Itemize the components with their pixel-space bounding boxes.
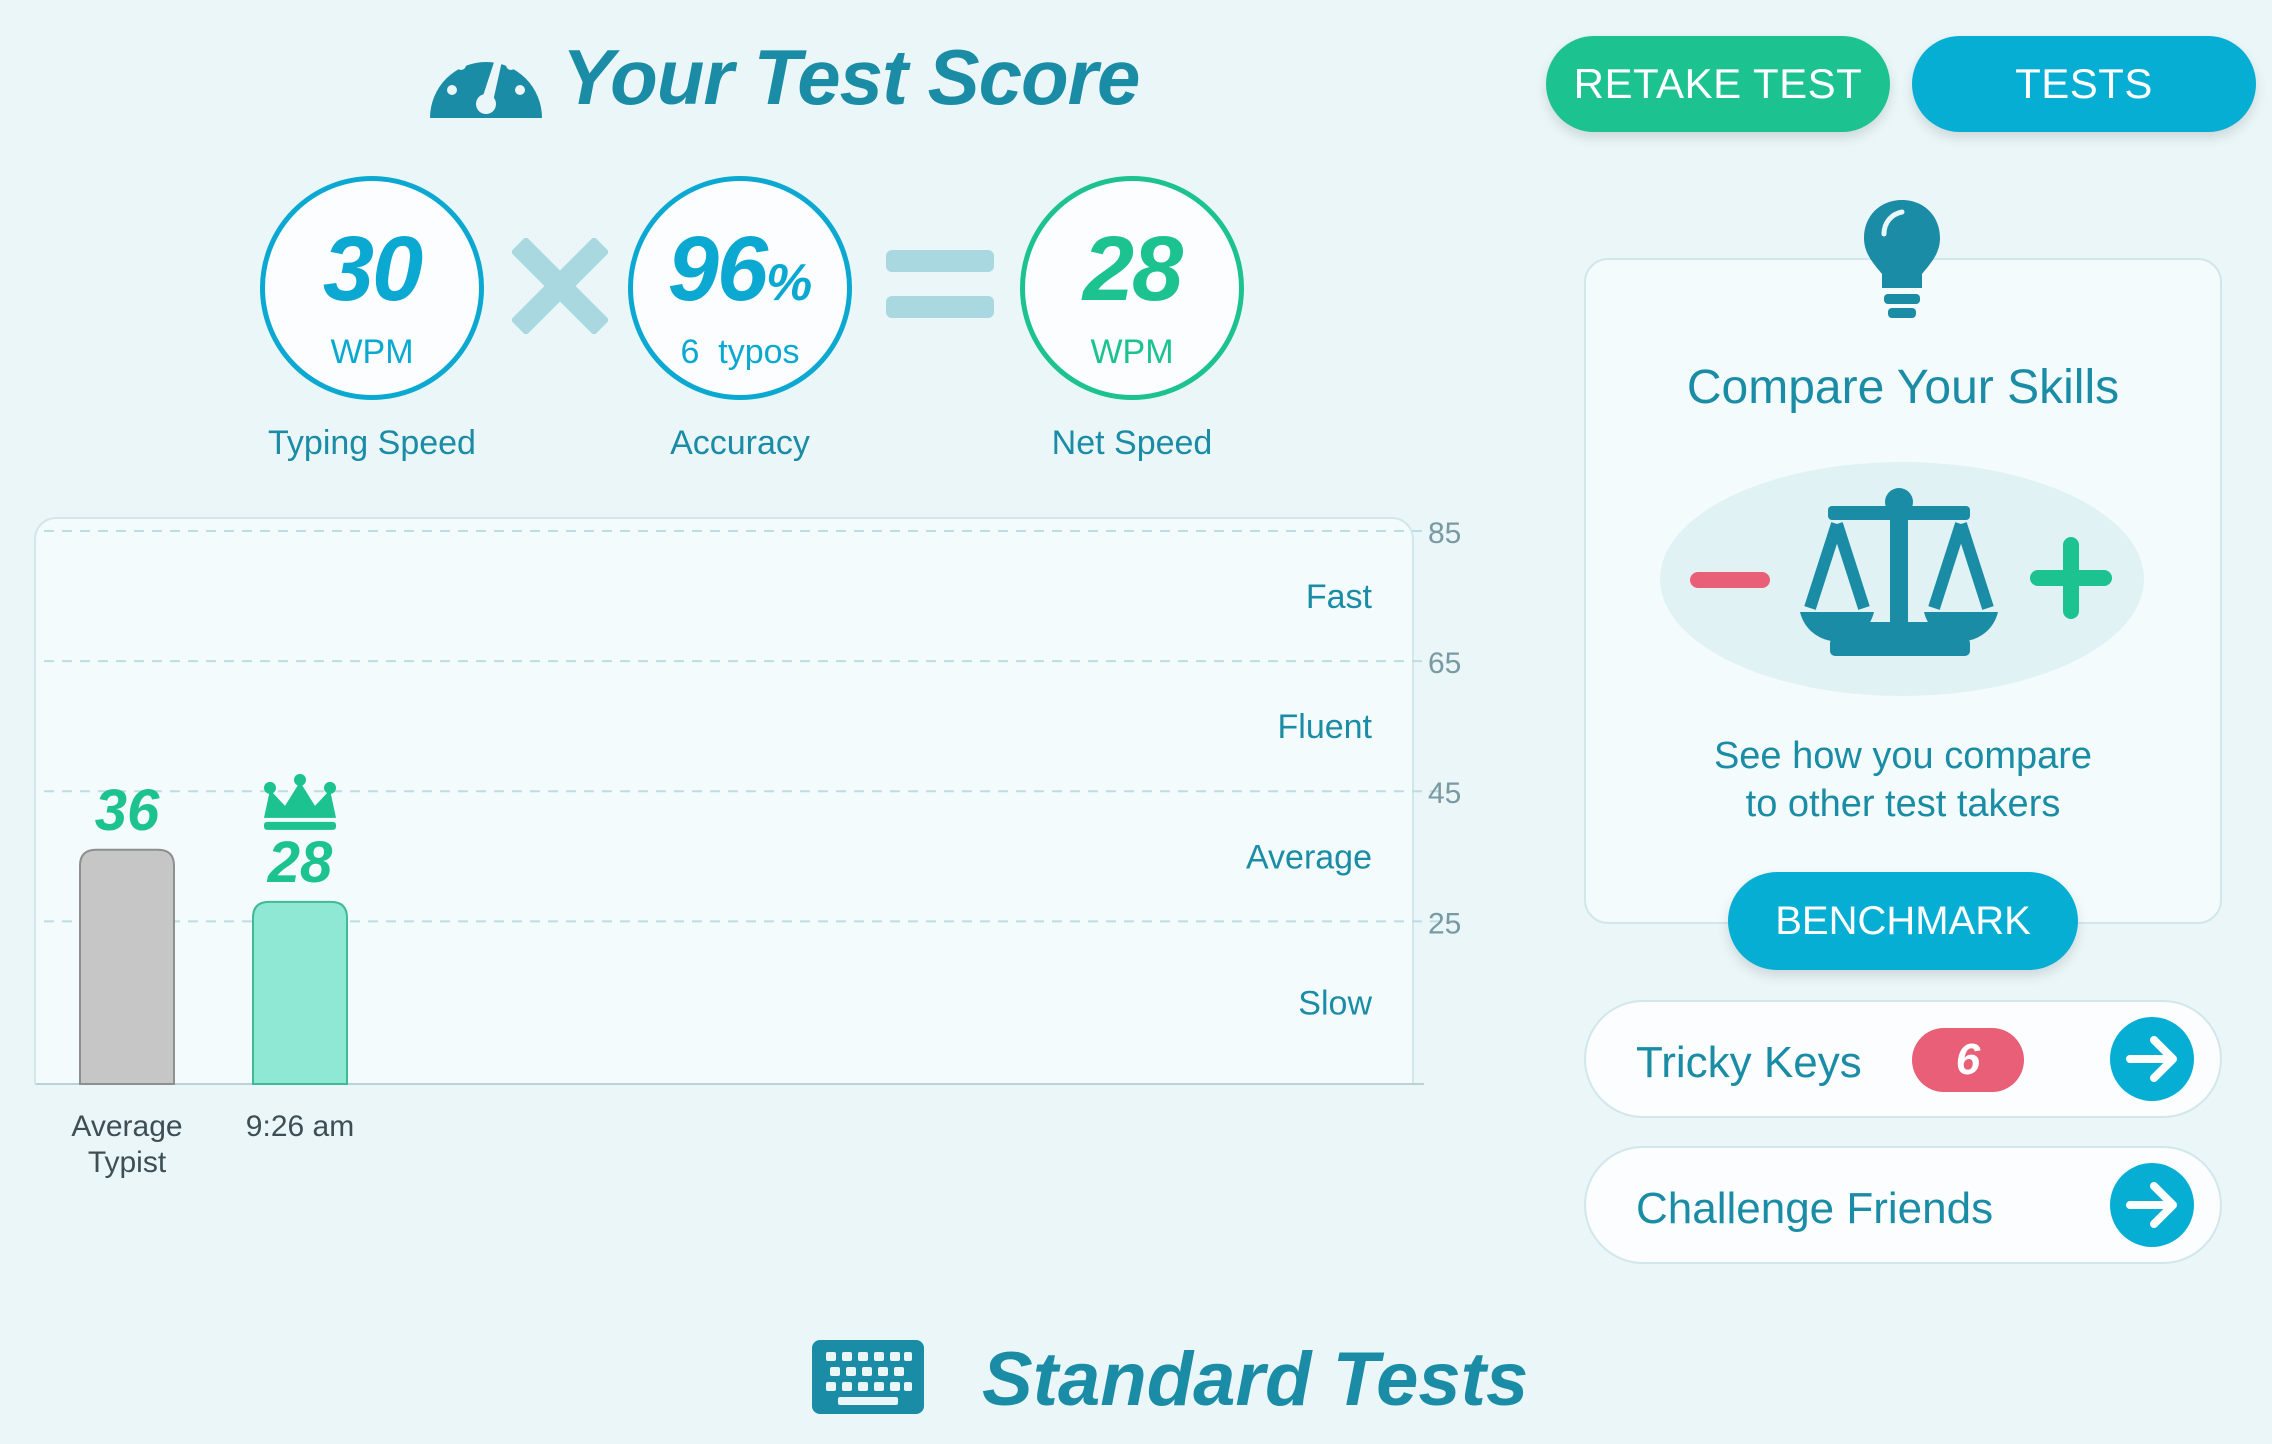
y-tick-label: 25 xyxy=(1428,907,1461,940)
retake-test-button[interactable]: RETAKE TEST xyxy=(1546,36,1890,132)
typing-speed-value: 30 xyxy=(322,218,423,320)
compare-description-line1: See how you compare xyxy=(1713,735,2093,777)
balance-scale-icon xyxy=(1690,488,2112,656)
tests-button[interactable]: TESTS xyxy=(1912,36,2256,132)
typo-count: 6 typos xyxy=(680,333,800,371)
compare-description-line2: to other test takers xyxy=(1745,783,2061,825)
challenge-friends-row[interactable]: Challenge Friends xyxy=(1584,1146,2222,1264)
accuracy-value: 96 xyxy=(667,218,768,320)
y-tick-label: 65 xyxy=(1428,647,1461,680)
accuracy-percent-sign: % xyxy=(766,254,813,312)
net-speed-unit: WPM xyxy=(1090,333,1174,371)
benchmark-button[interactable]: BENCHMARK xyxy=(1728,872,2078,970)
arrow-right-icon[interactable] xyxy=(2110,1017,2194,1101)
speedometer-icon xyxy=(430,50,542,118)
y-tick-label: 45 xyxy=(1428,777,1461,810)
x-category-label: Typist xyxy=(88,1146,167,1179)
speed-chart-panel xyxy=(34,517,1414,1085)
compare-skills-title: Compare Your Skills xyxy=(1686,361,2120,414)
typing-speed-circle: 30 WPM xyxy=(260,176,484,400)
x-category-label: Average xyxy=(71,1110,182,1143)
accuracy-label: Accuracy xyxy=(670,424,810,462)
accuracy-circle: 96% 6 typos xyxy=(628,176,852,400)
plus-icon xyxy=(2030,537,2112,619)
y-tick-label: 85 xyxy=(1428,517,1461,550)
typing-speed-unit: WPM xyxy=(330,333,414,371)
equals-icon xyxy=(886,250,994,318)
standard-tests-heading: Standard Tests xyxy=(982,1337,1529,1422)
page-title: Your Test Score xyxy=(562,33,1140,121)
net-speed-label: Net Speed xyxy=(1051,424,1213,462)
keyboard-icon xyxy=(812,1340,924,1414)
tricky-keys-row[interactable]: Tricky Keys 6 xyxy=(1584,1000,2222,1118)
tricky-keys-count-badge: 6 xyxy=(1912,1028,2024,1092)
minus-icon xyxy=(1690,572,1770,588)
lightbulb-icon xyxy=(1864,200,1940,318)
net-speed-value: 28 xyxy=(1082,218,1183,320)
tricky-keys-label: Tricky Keys xyxy=(1636,1038,1862,1087)
x-category-label: 9:26 am xyxy=(246,1110,354,1143)
challenge-friends-label: Challenge Friends xyxy=(1636,1184,1994,1233)
net-speed-circle: 28 WPM xyxy=(1020,176,1244,400)
multiply-icon xyxy=(512,238,608,334)
arrow-right-icon[interactable] xyxy=(2110,1163,2194,1247)
typing-speed-label: Typing Speed xyxy=(268,424,476,462)
compare-description: See how you compare to other test takers xyxy=(1584,732,2222,828)
